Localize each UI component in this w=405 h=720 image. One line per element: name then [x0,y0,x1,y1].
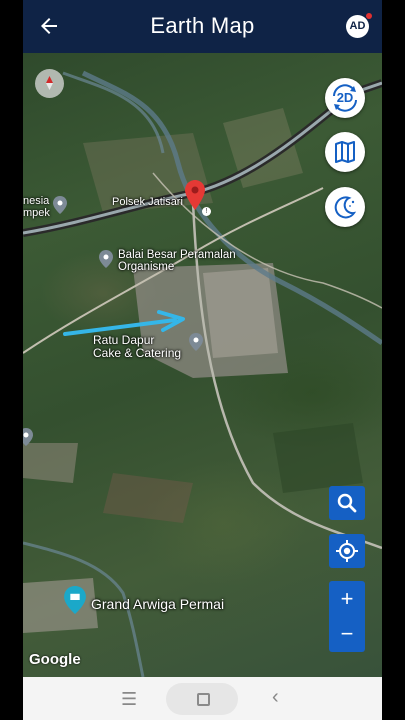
compass-icon[interactable] [35,69,64,98]
home-button[interactable] [166,683,238,715]
search-button[interactable] [329,486,365,520]
poi-label-ratu-line2: Cake & Catering [93,346,182,360]
poi-label-balai: Balai Besar Peramalan Organisme [118,249,236,273]
night-mode-icon [334,196,357,219]
poi-label-left-line2: mpek [23,207,50,219]
poi-label-polsek: Polsek Jatisari [112,196,183,208]
housing-pin-icon[interactable] [64,586,86,614]
small-info-marker: ! [202,207,211,216]
zoom-out-button[interactable]: − [329,616,365,651]
home-icon [197,693,210,706]
google-attribution: Google [29,651,81,668]
night-mode-button[interactable] [325,187,365,227]
poi-label-ratu: Ratu Dapur Cake & Catering [93,334,181,360]
layers-map-icon [335,141,355,163]
app-frame: Earth Map AD ! nesia mpek Polsek Jatisar… [23,0,382,720]
my-location-icon [336,540,358,562]
notification-dot [366,13,372,19]
page-title: Earth Map [150,13,255,38]
poi-label-balai-line2: Organisme [118,261,175,273]
poi-label-grand: Grand Arwiga Permai [91,596,225,612]
zoom-control: + − [329,581,365,652]
poi-pin-icon[interactable] [53,196,67,214]
view-mode-2d-button[interactable]: 2D [325,78,365,118]
poi-label-balai-line1: Balai Besar Peramalan [118,249,236,261]
map-layers-button[interactable] [325,132,365,172]
ad-avatar[interactable]: AD [346,15,369,38]
top-app-bar: Earth Map AD [23,0,382,53]
back-nav-icon[interactable]: ‹ [272,686,279,709]
poi-pin-icon[interactable] [99,250,113,268]
search-icon [337,493,357,513]
poi-pin-icon[interactable] [189,333,203,351]
location-pin-icon[interactable] [185,180,205,210]
poi-label-left: nesia mpek [23,195,50,219]
poi-label-left-line1: nesia [23,195,50,207]
zoom-in-button[interactable]: + [329,581,365,616]
satellite-map[interactable]: ! nesia mpek Polsek Jatisari Balai Besar… [23,53,382,677]
menu-icon[interactable]: ☰ [121,689,137,710]
my-location-button[interactable] [329,534,365,568]
view-mode-label: 2D [336,90,354,105]
system-nav-bar: ☰ ‹ [23,677,382,720]
poi-pin-icon[interactable] [23,428,33,446]
